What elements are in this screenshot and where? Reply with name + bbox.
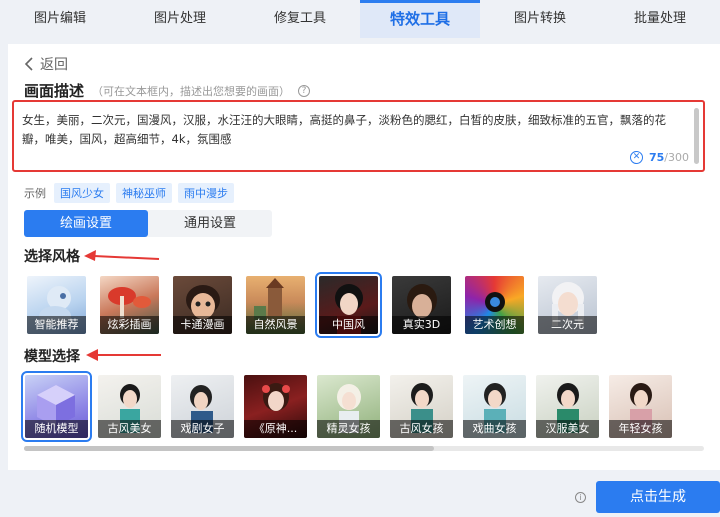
model-list-scrollbar[interactable] (24, 446, 704, 451)
info-icon[interactable]: i (575, 492, 586, 503)
model-label: 随机模型 (25, 420, 88, 438)
model-item[interactable]: 戏剧女子 (171, 375, 234, 438)
tab-effect-tools[interactable]: 特效工具 (360, 0, 480, 38)
scrollbar-thumb[interactable] (24, 446, 434, 451)
model-label: 《原神... (244, 420, 307, 438)
top-tab-bar: 图片编辑 图片处理 修复工具 特效工具 图片转换 批量处理 (0, 0, 720, 38)
style-label: 智能推荐 (27, 316, 86, 334)
model-label: 戏曲女孩 (463, 420, 526, 438)
description-title: 画面描述 (24, 82, 85, 100)
description-hint: （可在文本框内，描述出您想要的画面） (92, 84, 291, 98)
examples-label: 示例 (24, 187, 46, 200)
tab-general-settings[interactable]: 通用设置 (148, 210, 272, 237)
style-label: 中国风 (319, 316, 378, 334)
arrow-annotation (86, 349, 161, 361)
model-section-title: 模型选择 (24, 349, 80, 365)
model-label: 年轻女孩 (609, 420, 672, 438)
model-item[interactable]: 戏曲女孩 (463, 375, 526, 438)
tab-image-convert[interactable]: 图片转换 (480, 0, 600, 38)
style-list: 智能推荐 炫彩插画 卡通漫画 自然风景 中国风 真实3D 艺术创想 二次元 (27, 272, 597, 338)
description-header: 画面描述 （可在文本框内，描述出您想要的画面） ? (24, 80, 311, 101)
style-item[interactable]: 艺术创想 (465, 276, 524, 334)
style-item-selected[interactable]: 中国风 (315, 272, 382, 338)
help-icon[interactable]: ? (298, 84, 311, 97)
model-item[interactable]: 古风美女 (98, 375, 161, 438)
char-counter: ✕ 75/300 (629, 151, 689, 164)
style-label: 真实3D (392, 316, 451, 334)
example-chip[interactable]: 雨中漫步 (178, 183, 234, 203)
tab-drawing-settings[interactable]: 绘画设置 (24, 210, 148, 237)
tab-image-edit[interactable]: 图片编辑 (0, 0, 120, 38)
style-label: 艺术创想 (465, 316, 524, 334)
model-label: 汉服美女 (536, 420, 599, 438)
style-label: 炫彩插画 (100, 316, 159, 334)
arrow-annotation (84, 250, 160, 261)
style-item[interactable]: 卡通漫画 (173, 276, 232, 334)
style-item[interactable]: 真实3D (392, 276, 451, 334)
style-item[interactable]: 二次元 (538, 276, 597, 334)
style-label: 卡通漫画 (173, 316, 232, 334)
example-chip[interactable]: 神秘巫师 (116, 183, 172, 203)
model-item-selected[interactable]: 随机模型 (21, 371, 92, 442)
model-label: 古风美女 (98, 420, 161, 438)
style-item[interactable]: 自然风景 (246, 276, 305, 334)
style-item[interactable]: 炫彩插画 (100, 276, 159, 334)
example-chip[interactable]: 国风少女 (54, 183, 110, 203)
char-count-current: 75 (648, 151, 665, 164)
model-item[interactable]: 古风女孩 (390, 375, 453, 438)
textarea-scrollbar[interactable] (694, 108, 699, 164)
style-item[interactable]: 智能推荐 (27, 276, 86, 334)
settings-tabs: 绘画设置 通用设置 (24, 210, 272, 237)
style-label: 二次元 (538, 316, 597, 334)
model-item[interactable]: 汉服美女 (536, 375, 599, 438)
model-label: 古风女孩 (390, 420, 453, 438)
model-item[interactable]: 年轻女孩 (609, 375, 672, 438)
description-text: 女生，美丽，二次元，国漫风，汉服，水汪汪的大眼睛，高挺的鼻子，淡粉色的腮红，白皙… (22, 113, 666, 146)
model-label: 戏剧女子 (171, 420, 234, 438)
model-item[interactable]: 《原神... (244, 375, 307, 438)
model-item[interactable]: 精灵女孩 (317, 375, 380, 438)
char-count-max: /300 (664, 151, 689, 164)
model-list: 随机模型 古风美女 戏剧女子 《原神... 精灵女孩 古风女孩 戏曲女孩 汉服美… (21, 371, 672, 442)
tab-batch-process[interactable]: 批量处理 (600, 0, 720, 38)
generate-button[interactable]: 点击生成 (596, 481, 720, 513)
clear-icon[interactable]: ✕ (629, 151, 643, 164)
chevron-left-icon (24, 57, 33, 71)
back-label: 返回 (40, 57, 68, 73)
back-link[interactable]: 返回 (24, 54, 68, 74)
style-section-title: 选择风格 (24, 249, 80, 265)
style-label: 自然风景 (246, 316, 305, 334)
description-textarea[interactable]: 女生，美丽，二次元，国漫风，汉服，水汪汪的大眼睛，高挺的鼻子，淡粉色的腮红，白皙… (12, 100, 705, 172)
model-label: 精灵女孩 (317, 420, 380, 438)
tab-repair-tools[interactable]: 修复工具 (240, 0, 360, 38)
tab-image-process[interactable]: 图片处理 (120, 0, 240, 38)
examples-row: 示例 国风少女 神秘巫师 雨中漫步 (24, 183, 234, 203)
